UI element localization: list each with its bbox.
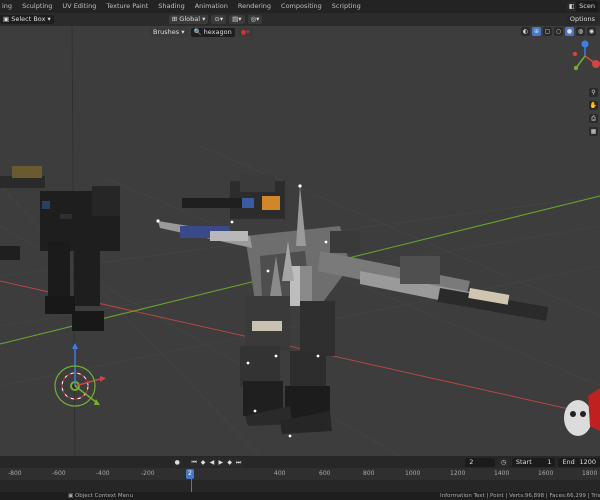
ruler-tick: -600	[52, 470, 66, 477]
tab-texture-paint[interactable]: Texture Paint	[101, 0, 153, 13]
ruler-tick: 1400	[494, 470, 510, 477]
select-box-tool[interactable]: ▣ Select Box ▾	[0, 15, 54, 24]
viewport-hud: ◐ ⊕ ▢ ○ ● ◍ ◉	[521, 27, 596, 36]
timeline-header: ● ⏮ ◆ ◀ ▶ ◆ ⏭ 2 ◷ Start 1 End 1200	[0, 456, 600, 468]
orientation-label: Global	[179, 15, 201, 23]
tab-compositing[interactable]: Compositing	[276, 0, 327, 13]
navigation-gizmo[interactable]	[572, 40, 600, 71]
ruler-tick: -800	[8, 470, 22, 477]
timeline-ruler[interactable]: -800 -600 -400 -200 400 600 800 1000 120…	[0, 468, 600, 480]
ruler-tick: 400	[274, 470, 286, 477]
color-picker-icon[interactable]: ●▾	[237, 28, 253, 37]
orientation-dropdown[interactable]: ⊞ Global ▾	[168, 15, 209, 24]
logo-watermark	[564, 388, 600, 436]
ruler-tick: 1800	[582, 470, 598, 477]
camera-icon[interactable]: ⎙	[589, 114, 598, 123]
end-frame-field[interactable]: End 1200	[558, 457, 600, 467]
brushes-label: Brushes	[153, 28, 180, 36]
options-button[interactable]: Options	[566, 15, 598, 24]
playhead-frame-label[interactable]: 2	[186, 469, 194, 479]
ruler-tick: 1200	[450, 470, 466, 477]
ruler-tick: -200	[141, 470, 155, 477]
ruler-tick: -400	[96, 470, 110, 477]
play-reverse-icon[interactable]: ◀	[207, 457, 217, 467]
ruler-tick: 1000	[405, 470, 421, 477]
start-value: 1	[547, 457, 552, 466]
view-icon[interactable]: ◐	[521, 27, 530, 36]
clock-icon[interactable]: ◷	[499, 457, 508, 467]
scene-selector[interactable]: Scen	[576, 1, 598, 12]
brushes-dropdown[interactable]: Brushes ▾	[150, 28, 188, 37]
hand-icon[interactable]: ✋	[589, 101, 598, 110]
viewport-scene	[0, 26, 600, 456]
snap-icon[interactable]: ▤▾	[229, 15, 245, 24]
record-icon[interactable]: ●	[172, 457, 182, 467]
viewport-side-tools: ⚲ ✋ ⎙ ▦	[589, 88, 598, 136]
tab-scripting[interactable]: Scripting	[327, 0, 366, 13]
tab-shading[interactable]: Shading	[153, 0, 189, 13]
scene-selector-area: ◧ Scen	[567, 0, 600, 13]
shading-material-icon[interactable]: ◍	[576, 27, 585, 36]
mech-model-back[interactable]	[0, 166, 120, 331]
viewport-header: ▣ Select Box ▾ ⊞ Global ▾ ⊙▾ ▤▾ ◎▾	[0, 13, 600, 26]
ruler-tick: 600	[319, 470, 331, 477]
play-icon[interactable]: ▶	[216, 457, 226, 467]
status-left-text: Object Context Menu	[74, 493, 134, 499]
grid-icon[interactable]: ▦	[589, 127, 598, 136]
mech-model-front[interactable]	[156, 174, 549, 438]
pivot-icon[interactable]: ⊙▾	[211, 15, 227, 24]
status-right: Information Text | Point | Verts:96,898 …	[440, 493, 600, 499]
zoom-icon[interactable]: ⚲	[589, 88, 598, 97]
jump-end-icon[interactable]: ⏭	[234, 457, 244, 467]
select-box-label: Select Box	[11, 15, 46, 23]
paint-header: Brushes ▾ 🔍 hexagon ●▾	[150, 27, 256, 38]
status-left: ▣ Object Context Menu	[68, 493, 134, 499]
start-frame-field[interactable]: Start 1	[511, 457, 556, 467]
tab-sculpting[interactable]: Sculpting	[17, 0, 57, 13]
proportional-icon[interactable]: ◎▾	[247, 15, 263, 24]
current-frame-field[interactable]: 2	[465, 457, 495, 467]
scene-icon[interactable]: ◧	[567, 2, 577, 11]
workspace-bar: ing Sculpting UV Editing Texture Paint S…	[0, 0, 600, 13]
shading-render-icon[interactable]: ◉	[587, 27, 596, 36]
playhead[interactable]	[191, 479, 192, 492]
prev-key-icon[interactable]: ◆	[198, 457, 208, 467]
next-key-icon[interactable]: ◆	[225, 457, 235, 467]
ruler-tick: 800	[363, 470, 375, 477]
3d-viewport[interactable]	[0, 26, 600, 456]
tab-rendering[interactable]: Rendering	[233, 0, 276, 13]
tab-uv-editing[interactable]: UV Editing	[57, 0, 101, 13]
brush-name: hexagon	[203, 28, 232, 36]
jump-start-icon[interactable]: ⏮	[189, 457, 199, 467]
timeline-track[interactable]	[0, 480, 600, 492]
tab-animation[interactable]: Animation	[190, 0, 233, 13]
end-value: 1200	[579, 457, 597, 466]
brush-name-field[interactable]: 🔍 hexagon	[190, 28, 235, 37]
shading-wire-icon[interactable]: ○	[554, 27, 563, 36]
ruler-tick: 1600	[538, 470, 554, 477]
status-bar: ▣ Object Context Menu Information Text |…	[0, 492, 600, 500]
end-label: End	[562, 457, 575, 466]
overlay-icon[interactable]: ⊕	[532, 27, 541, 36]
start-label: Start	[515, 457, 532, 466]
shading-solid-icon[interactable]: ●	[565, 27, 574, 36]
tab-layout[interactable]: ing	[0, 0, 17, 13]
xray-icon[interactable]: ▢	[543, 27, 552, 36]
